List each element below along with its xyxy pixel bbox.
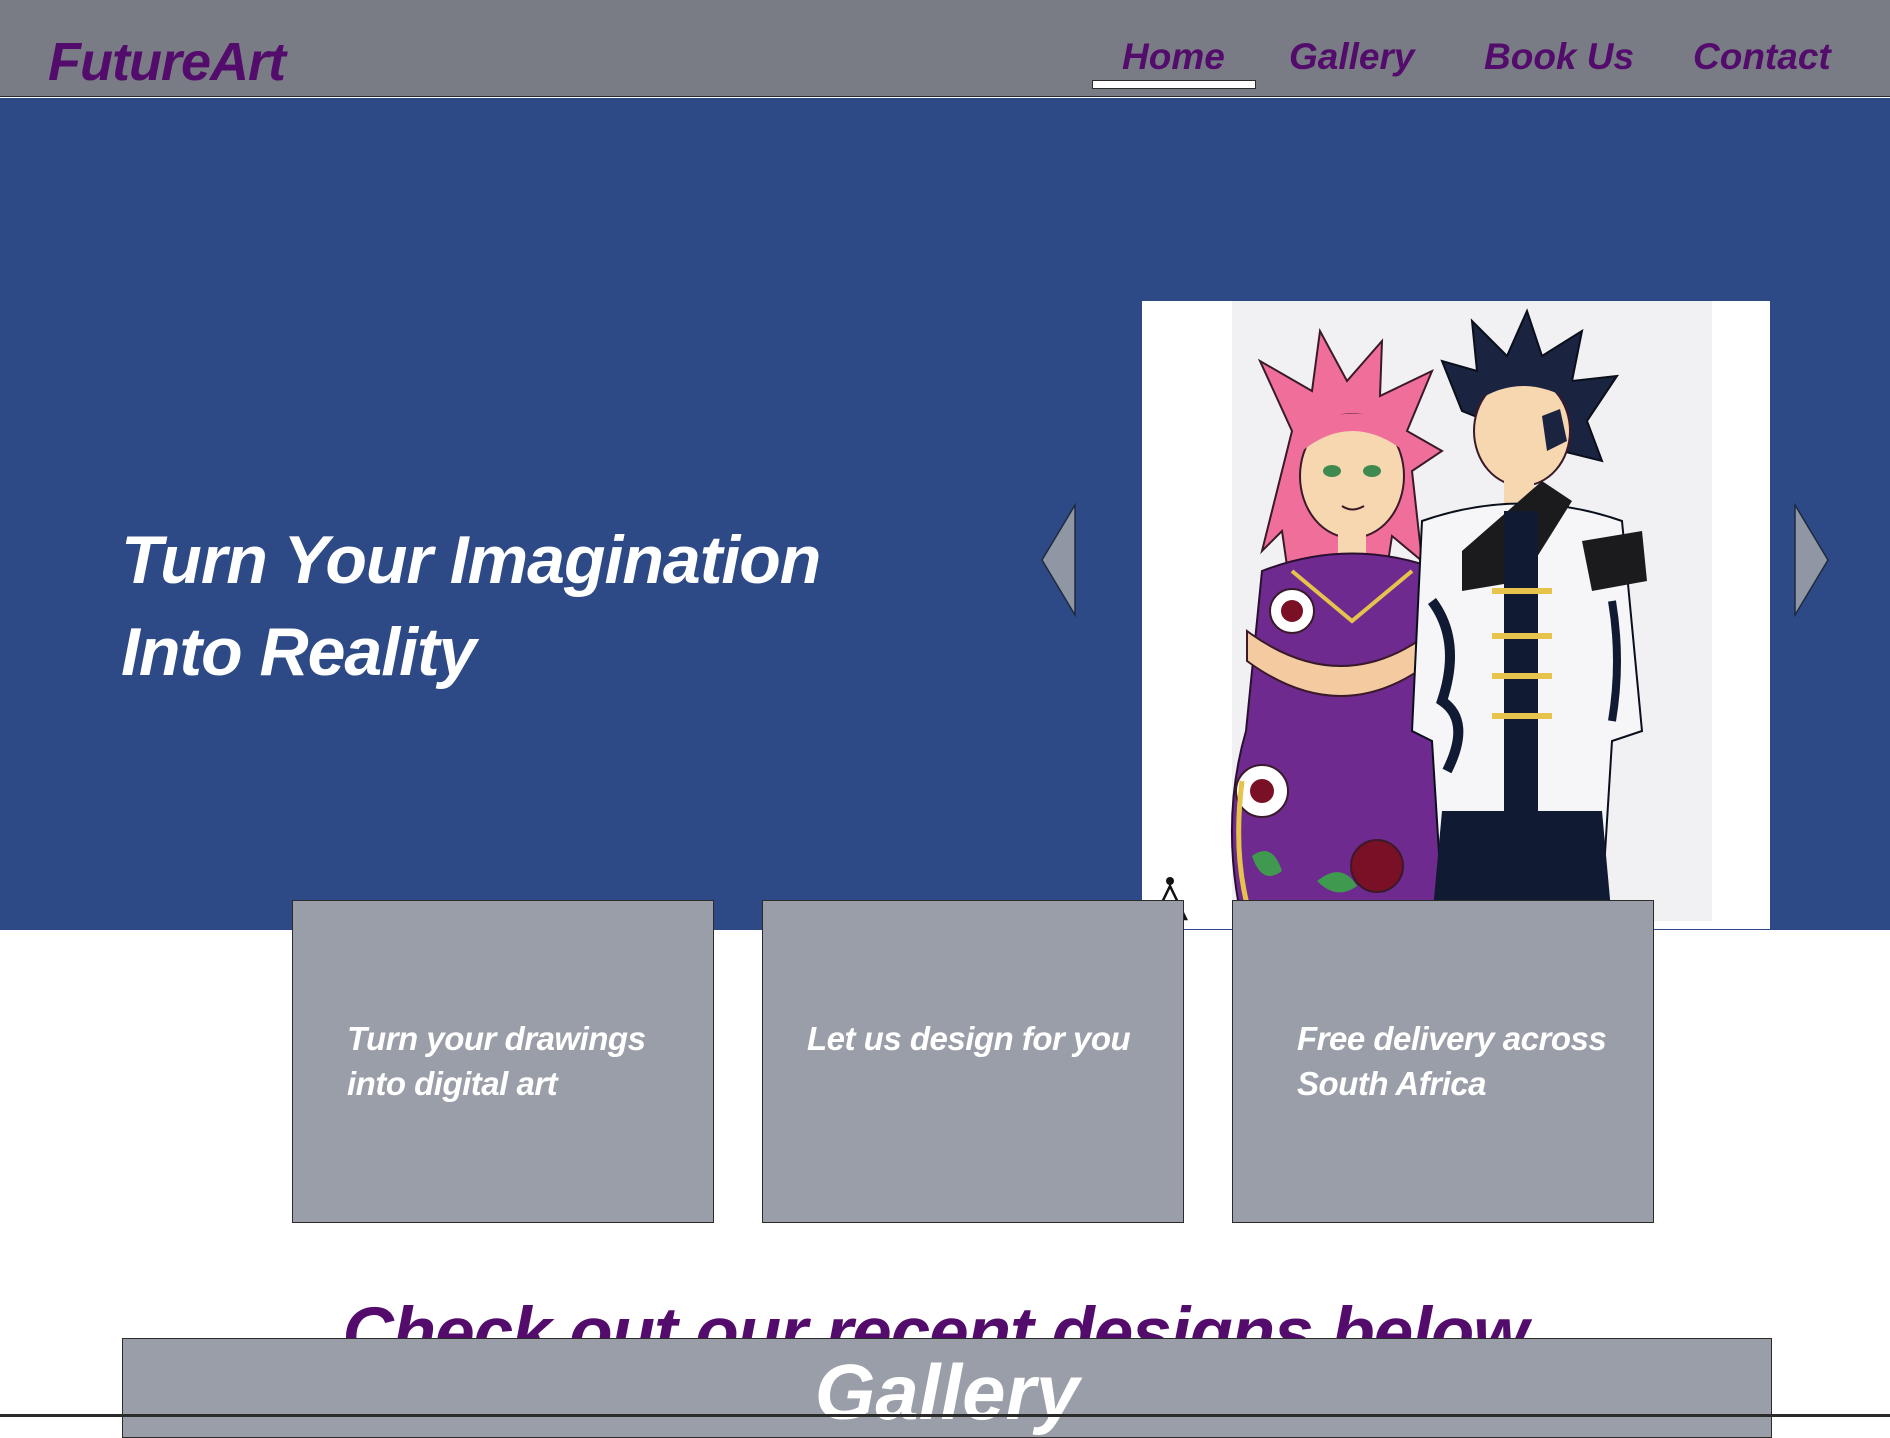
feature-card-line-1: Turn your drawings xyxy=(347,1020,646,1057)
feature-card-text: Let us design for you xyxy=(807,1016,1167,1061)
hero-section: Turn Your Imagination Into Reality xyxy=(0,98,1890,930)
hero-title-line-1: Turn Your Imagination xyxy=(121,521,821,598)
hero-artwork-image xyxy=(1142,301,1770,929)
nav-contact-link[interactable]: Contact xyxy=(1693,34,1831,80)
nav-home-link[interactable]: Home xyxy=(1122,34,1225,80)
feature-card-line-1: Free delivery across xyxy=(1297,1020,1607,1057)
feature-card-text: Turn your drawings into digital art xyxy=(347,1016,697,1106)
feature-card-line-2: into digital art xyxy=(347,1065,558,1102)
feature-card-digital-art[interactable]: Turn your drawings into digital art xyxy=(292,900,714,1223)
nav-book-us-link[interactable]: Book Us xyxy=(1484,34,1634,80)
feature-card-line-1: Let us design for you xyxy=(807,1020,1131,1057)
hero-title: Turn Your Imagination Into Reality xyxy=(121,514,941,698)
nav-gallery-link[interactable]: Gallery xyxy=(1289,34,1414,80)
top-navbar: FutureArt Home Gallery Book Us Contact xyxy=(0,0,1890,97)
brand-logo[interactable]: FutureArt xyxy=(48,30,286,94)
feature-card-text: Free delivery across South Africa xyxy=(1297,1016,1647,1106)
feature-card-line-2: South Africa xyxy=(1297,1065,1486,1102)
carousel-next-icon[interactable] xyxy=(1794,502,1830,618)
active-nav-indicator xyxy=(1092,80,1256,89)
hero-title-line-2: Into Reality xyxy=(121,613,477,690)
gallery-title: Gallery xyxy=(814,1348,1080,1436)
feature-card-delivery[interactable]: Free delivery across South Africa xyxy=(1232,900,1654,1223)
gallery-section: Gallery xyxy=(122,1338,1772,1438)
carousel-prev-icon[interactable] xyxy=(1040,502,1076,618)
feature-card-design[interactable]: Let us design for you xyxy=(762,900,1184,1223)
